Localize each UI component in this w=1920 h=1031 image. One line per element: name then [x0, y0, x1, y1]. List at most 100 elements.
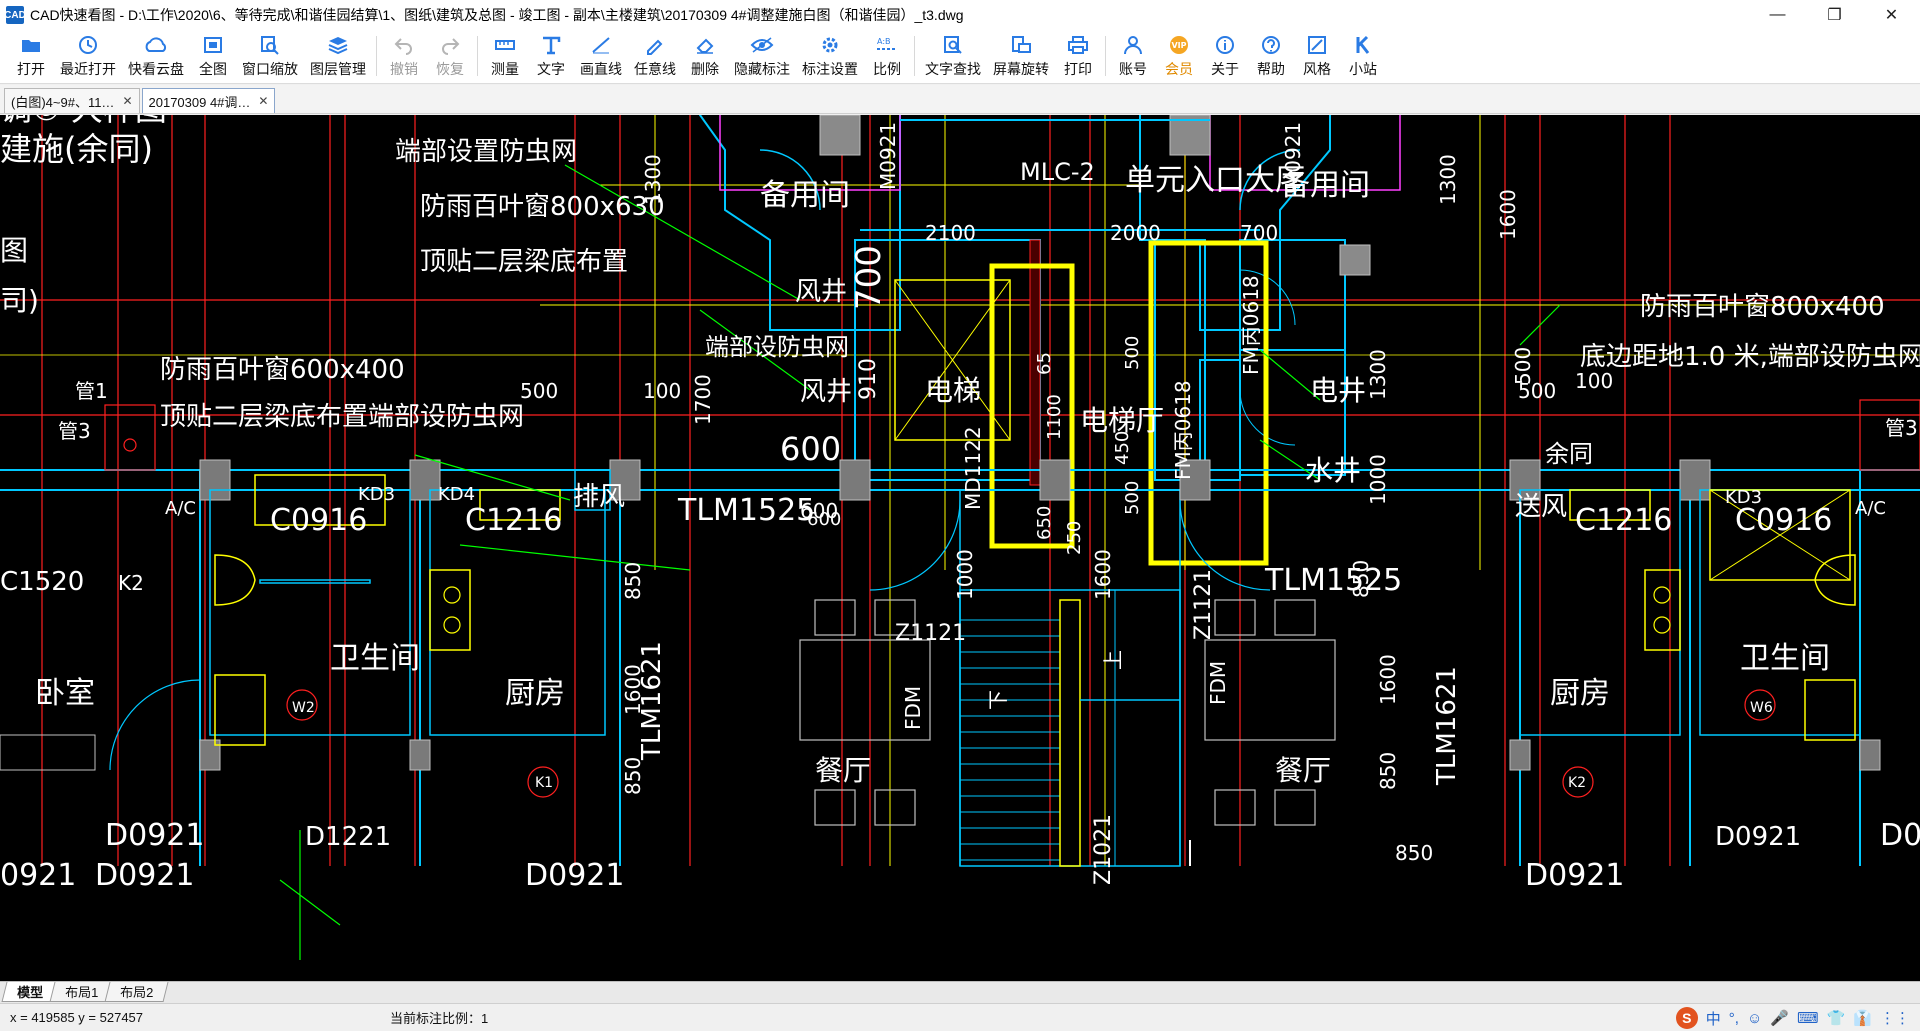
- cad-label: 910: [856, 358, 881, 400]
- maximize-button[interactable]: ❐: [1806, 0, 1863, 30]
- cad-label: K2: [118, 571, 144, 595]
- window-title: CAD快速看图 - D:\工作\2020\6、等待完成\和谐佳园结算\1、图纸\…: [30, 7, 964, 23]
- cloud-icon: [143, 34, 169, 56]
- skin-icon[interactable]: 👕: [1827, 1009, 1846, 1027]
- wall-column: [1859, 739, 1881, 771]
- eraser-icon: [694, 34, 716, 56]
- fullview-icon: [202, 34, 224, 56]
- toolbar-label: 风格: [1303, 61, 1331, 77]
- text-button[interactable]: 文字: [528, 30, 574, 84]
- recent-open-button[interactable]: 最近打开: [54, 30, 122, 84]
- hide-annotations-button[interactable]: 隐藏标注: [728, 30, 796, 84]
- toolbar-label: 隐藏标注: [734, 61, 790, 77]
- cad-label: 500: [520, 379, 558, 403]
- about-button[interactable]: 关于: [1202, 30, 1248, 84]
- cad-label: Z1121: [1191, 569, 1216, 640]
- cad-label: A/C: [165, 498, 196, 519]
- cad-label: FDM: [901, 686, 925, 730]
- cad-label: 建施(余同): [0, 130, 153, 168]
- cad-label: 0921: [0, 858, 76, 893]
- sogou-ime-icon[interactable]: S: [1675, 1007, 1698, 1029]
- toolbar-label: 测量: [491, 61, 519, 77]
- cad-label: D0921: [1525, 858, 1624, 893]
- toolbox-icon[interactable]: 👔: [1853, 1009, 1872, 1027]
- cad-path: [109, 679, 201, 771]
- vip-button[interactable]: VIP 会员: [1156, 30, 1202, 84]
- toolbar-divider: [376, 36, 377, 76]
- tab-layout-2[interactable]: 布局2: [104, 982, 169, 1002]
- cad-label: 管1: [75, 379, 108, 403]
- scale-button[interactable]: A:B 比例: [864, 30, 910, 84]
- measure-button[interactable]: 测量: [482, 30, 528, 84]
- text-search-icon: [942, 34, 964, 56]
- cad-label: 备用间: [760, 178, 850, 213]
- cad-label: 850: [621, 757, 645, 795]
- close-tab-icon[interactable]: ✕: [258, 94, 268, 108]
- more-icon[interactable]: ⋮⋮: [1880, 1009, 1910, 1027]
- cad-label: D1221: [305, 822, 391, 852]
- cad-label: A/C: [1855, 498, 1886, 519]
- toolbar-label: 会员: [1165, 61, 1193, 77]
- document-tab-1[interactable]: (白图)4~9#、11… ✕: [4, 88, 140, 113]
- ime-mode-icon[interactable]: 中: [1706, 1008, 1721, 1029]
- punctuation-icon[interactable]: °,: [1729, 1010, 1739, 1027]
- cursor-coordinates: x = 419585 y = 527457: [10, 1010, 144, 1025]
- cad-label: 850: [1376, 752, 1400, 790]
- cad-label: 顶贴二层梁底布置: [420, 247, 628, 277]
- cad-label: FDM: [1206, 661, 1230, 705]
- open-button[interactable]: 打开: [8, 30, 54, 84]
- cad-label: 下: [986, 690, 1010, 710]
- keyboard-icon[interactable]: ⌨: [1797, 1009, 1819, 1027]
- help-button[interactable]: 帮助: [1248, 30, 1294, 84]
- minimize-button[interactable]: —: [1749, 0, 1806, 30]
- account-button[interactable]: 账号: [1110, 30, 1156, 84]
- print-button[interactable]: 打印: [1055, 30, 1101, 84]
- microphone-icon[interactable]: 🎤: [1770, 1009, 1789, 1027]
- burner: [1653, 616, 1671, 634]
- cloud-drive-button[interactable]: 快看云盘: [122, 30, 190, 84]
- window-zoom-button[interactable]: 窗口缩放: [236, 30, 304, 84]
- chair: [1274, 599, 1316, 636]
- cad-label: 500: [1518, 379, 1556, 403]
- toolbar-divider: [477, 36, 478, 76]
- cad-label: 餐厅: [1275, 754, 1331, 787]
- full-view-button[interactable]: 全图: [190, 30, 236, 84]
- layer-manager-button[interactable]: 图层管理: [304, 30, 372, 84]
- drawing-canvas[interactable]: 调⑥ 大样图建施(余同)图司)中心标高:距地2m端部设置防虫网防雨百叶窗800x…: [0, 115, 1920, 981]
- info-icon: [1214, 34, 1236, 56]
- delete-button[interactable]: 删除: [682, 30, 728, 84]
- status-bar: x = 419585 y = 527457 当前标注比例：1 S 中 °, ☺ …: [0, 1003, 1920, 1031]
- wall-column: [409, 739, 431, 771]
- chair: [1274, 789, 1316, 826]
- cad-label: FM丙0618: [1239, 275, 1263, 375]
- draw-line-button[interactable]: 画直线: [574, 30, 628, 84]
- style-button[interactable]: 风格: [1294, 30, 1340, 84]
- freehand-line-button[interactable]: 任意线: [628, 30, 682, 84]
- redo-button[interactable]: 恢复: [427, 30, 473, 84]
- close-tab-icon[interactable]: ✕: [122, 94, 132, 108]
- annotation-scale: 当前标注比例：1: [390, 1011, 489, 1026]
- stove: [1644, 569, 1681, 651]
- cad-label: 防雨百叶窗800x400: [1640, 292, 1885, 322]
- ime-tray: S 中 °, ☺ 🎤 ⌨ 👕 👔 ⋮⋮: [1675, 1007, 1910, 1029]
- cad-label: 端部设防虫网: [705, 333, 849, 361]
- undo-button[interactable]: 撤销: [381, 30, 427, 84]
- washbasin: [1804, 679, 1856, 741]
- cad-label: 650: [1034, 506, 1055, 540]
- wall-column: [1039, 459, 1071, 501]
- annotation-settings-button[interactable]: 标注设置: [796, 30, 864, 84]
- site-icon: [1352, 34, 1374, 56]
- mini-site-button[interactable]: 小站: [1340, 30, 1386, 84]
- text-search-button[interactable]: 文字查找: [919, 30, 987, 84]
- emoji-icon[interactable]: ☺: [1747, 1010, 1762, 1027]
- screen-rotate-button[interactable]: 屏幕旋转: [987, 30, 1055, 84]
- cad-drawing[interactable]: 调⑥ 大样图建施(余同)图司)中心标高:距地2m端部设置防虫网防雨百叶窗800x…: [0, 115, 1920, 981]
- toolbar-label: 文字: [537, 61, 565, 77]
- recent-icon: [77, 34, 99, 56]
- pen-icon: [644, 34, 666, 56]
- cad-label: 1300: [1366, 349, 1390, 400]
- close-window-button[interactable]: ✕: [1863, 0, 1920, 30]
- wall-column: [839, 459, 871, 501]
- document-tab-2[interactable]: 20170309 4#调… ✕: [141, 88, 276, 113]
- zoom-window-icon: [259, 34, 281, 56]
